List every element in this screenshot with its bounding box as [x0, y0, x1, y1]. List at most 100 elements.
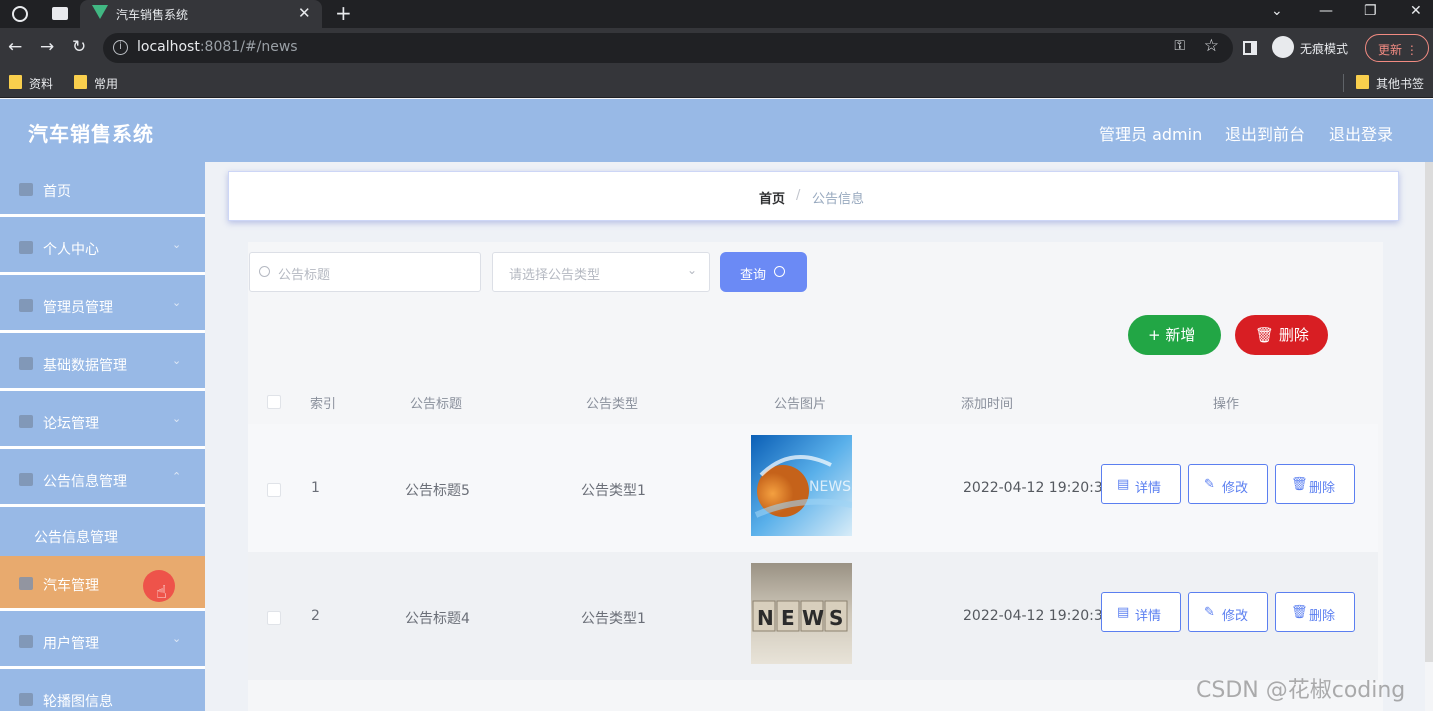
content-panel: 公告标题 请选择公告类型 ⌄ 查询 + 新增 🗑 删除 索引 公告标题 公告类型…: [248, 242, 1383, 711]
pencil-icon: ✎: [1204, 477, 1215, 492]
sidebar-item-label: 轮播图信息: [43, 694, 113, 710]
new-tab-icon[interactable]: +: [335, 1, 352, 25]
home-icon: [19, 183, 33, 196]
sidebar-item-label: 汽车管理: [43, 578, 99, 594]
column-header[interactable]: 公告图片: [774, 393, 826, 412]
minimize-icon[interactable]: —: [1319, 3, 1333, 19]
hand-cursor-icon: ☝: [156, 582, 167, 603]
forward-icon[interactable]: →: [40, 37, 54, 57]
sidebar-subitem-notice[interactable]: 公告信息管理: [0, 507, 205, 562]
sidebar-item-notice-management[interactable]: 公告信息管理 ⌃: [0, 452, 205, 507]
title-search-input[interactable]: 公告标题: [249, 252, 481, 292]
star-icon[interactable]: ☆: [1204, 36, 1219, 56]
url-text: localhost:8081/#/news: [137, 39, 298, 55]
chevron-down-icon: ⌄: [172, 238, 182, 251]
sidebar: 首页 个人中心 ⌄ 管理员管理 ⌄ 基础数据管理 ⌄ 论坛管理 ⌄ 公告信息管理…: [0, 162, 205, 711]
bookmarks-bar: 资料 常用 其他书签: [0, 68, 1433, 98]
column-header[interactable]: 操作: [1213, 393, 1239, 412]
window-icon[interactable]: [52, 7, 68, 20]
select-all-checkbox[interactable]: [267, 395, 281, 409]
add-button[interactable]: + 新增: [1128, 315, 1221, 355]
row-type: 公告类型1: [581, 483, 646, 499]
batch-delete-button[interactable]: 🗑 删除: [1235, 315, 1328, 355]
logout-link[interactable]: 退出登录: [1329, 121, 1393, 145]
row-type: 公告类型1: [581, 611, 646, 627]
url-field[interactable]: i localhost:8081/#/news ⚿ ☆: [103, 33, 1233, 63]
pencil-icon: ✎: [1204, 605, 1215, 620]
sidebar-item-label: 首页: [43, 184, 71, 200]
image-icon: [19, 693, 33, 706]
svg-text:NEWS: NEWS: [809, 479, 851, 495]
column-header[interactable]: 索引: [310, 393, 336, 412]
sidebar-item-carousel[interactable]: 轮播图信息: [0, 672, 205, 711]
close-tab-icon[interactable]: ✕: [298, 4, 311, 22]
delete-button[interactable]: 🗑 删除: [1275, 592, 1355, 632]
trash-icon: 🗑: [1291, 477, 1308, 492]
sidebar-item-basic-data[interactable]: 基础数据管理 ⌄: [0, 336, 205, 391]
incognito-icon[interactable]: [1272, 36, 1294, 58]
back-icon[interactable]: ←: [8, 37, 22, 57]
detail-button[interactable]: ▤ 详情: [1101, 592, 1181, 632]
bookmark-folder[interactable]: 资料: [9, 75, 53, 92]
edit-button[interactable]: ✎ 修改: [1188, 592, 1268, 632]
query-label: 查询: [740, 268, 767, 283]
key-icon[interactable]: ⚿: [1174, 38, 1185, 54]
chevron-down-icon: ⌄: [172, 296, 182, 309]
globe-icon[interactable]: [12, 6, 28, 22]
input-placeholder: 公告标题: [278, 268, 331, 283]
breadcrumb-home[interactable]: 首页: [759, 188, 785, 207]
bookmark-separator: [1343, 74, 1344, 92]
app-header: 汽车销售系统 管理员 admin 退出到前台 退出登录: [0, 99, 1433, 162]
chevron-down-icon: ⌄: [686, 263, 697, 277]
incognito-label: 无痕模式: [1300, 42, 1349, 56]
browser-tab-bar: 汽车销售系统 ✕ + ⌄ — ❐ ✕: [0, 0, 1433, 28]
bookmark-folder[interactable]: 常用: [74, 75, 118, 92]
edit-button[interactable]: ✎ 修改: [1188, 464, 1268, 504]
main-content: 首页 / 公告信息 公告标题 请选择公告类型 ⌄ 查询 + 新增 🗑 删除 索引…: [205, 162, 1425, 711]
info-icon[interactable]: i: [113, 40, 128, 55]
delete-label: 删除: [1278, 326, 1309, 344]
breadcrumb-separator: /: [796, 188, 801, 203]
sidebar-item-user-management[interactable]: 用户管理 ⌄: [0, 614, 205, 669]
update-button[interactable]: 更新 ⋮: [1365, 34, 1429, 62]
reload-icon[interactable]: ↻: [72, 37, 86, 57]
column-header[interactable]: 添加时间: [961, 393, 1013, 412]
restore-icon[interactable]: ❐: [1364, 3, 1377, 19]
news-globe-image[interactable]: NEWS: [751, 435, 853, 536]
chevron-down-icon[interactable]: ⌄: [1271, 3, 1283, 19]
svg-text:S: S: [829, 606, 843, 630]
row-title: 公告标题4: [405, 611, 470, 627]
sidebar-item-label: 用户管理: [43, 636, 99, 652]
column-header[interactable]: 公告标题: [410, 393, 462, 412]
other-bookmarks[interactable]: 其他书签: [1356, 75, 1424, 92]
row-time: 2022-04-12 19:20:36: [963, 480, 1112, 496]
svg-text:N: N: [757, 606, 774, 630]
notice-icon: [19, 473, 33, 486]
detail-button[interactable]: ▤ 详情: [1101, 464, 1181, 504]
plus-icon: +: [1148, 326, 1161, 344]
row-checkbox[interactable]: [267, 483, 281, 497]
sidebar-item-personal-center[interactable]: 个人中心 ⌄: [0, 220, 205, 275]
tab-title: 汽车销售系统: [116, 8, 189, 22]
sidebar-item-forum[interactable]: 论坛管理 ⌄: [0, 394, 205, 449]
row-index: 2: [311, 608, 320, 624]
sidebar-item-home[interactable]: 首页: [0, 162, 205, 217]
column-header[interactable]: 公告类型: [586, 393, 638, 412]
address-bar: ← → ↻ i localhost:8081/#/news ⚿ ☆ 无痕模式 更…: [0, 28, 1433, 68]
news-blocks-image[interactable]: N E W S: [751, 563, 852, 664]
chevron-down-icon: ⌄: [172, 632, 182, 645]
sidebar-item-car-management[interactable]: 汽车管理 ☝: [0, 556, 205, 611]
sidebar-item-label: 个人中心: [43, 242, 99, 258]
user-icon: [19, 241, 33, 254]
sidebar-item-admin-management[interactable]: 管理员管理 ⌄: [0, 278, 205, 333]
type-select[interactable]: 请选择公告类型 ⌄: [492, 252, 710, 292]
exit-to-front-link[interactable]: 退出到前台: [1225, 121, 1305, 145]
delete-button[interactable]: 🗑 删除: [1275, 464, 1355, 504]
query-button[interactable]: 查询: [720, 252, 807, 292]
side-panel-icon[interactable]: [1243, 41, 1257, 55]
trash-icon: 🗑: [1255, 326, 1275, 344]
scrollbar[interactable]: [1425, 162, 1433, 662]
window-close-icon[interactable]: ✕: [1410, 3, 1422, 19]
breadcrumb: 首页 / 公告信息: [228, 171, 1399, 221]
row-checkbox[interactable]: [267, 611, 281, 625]
